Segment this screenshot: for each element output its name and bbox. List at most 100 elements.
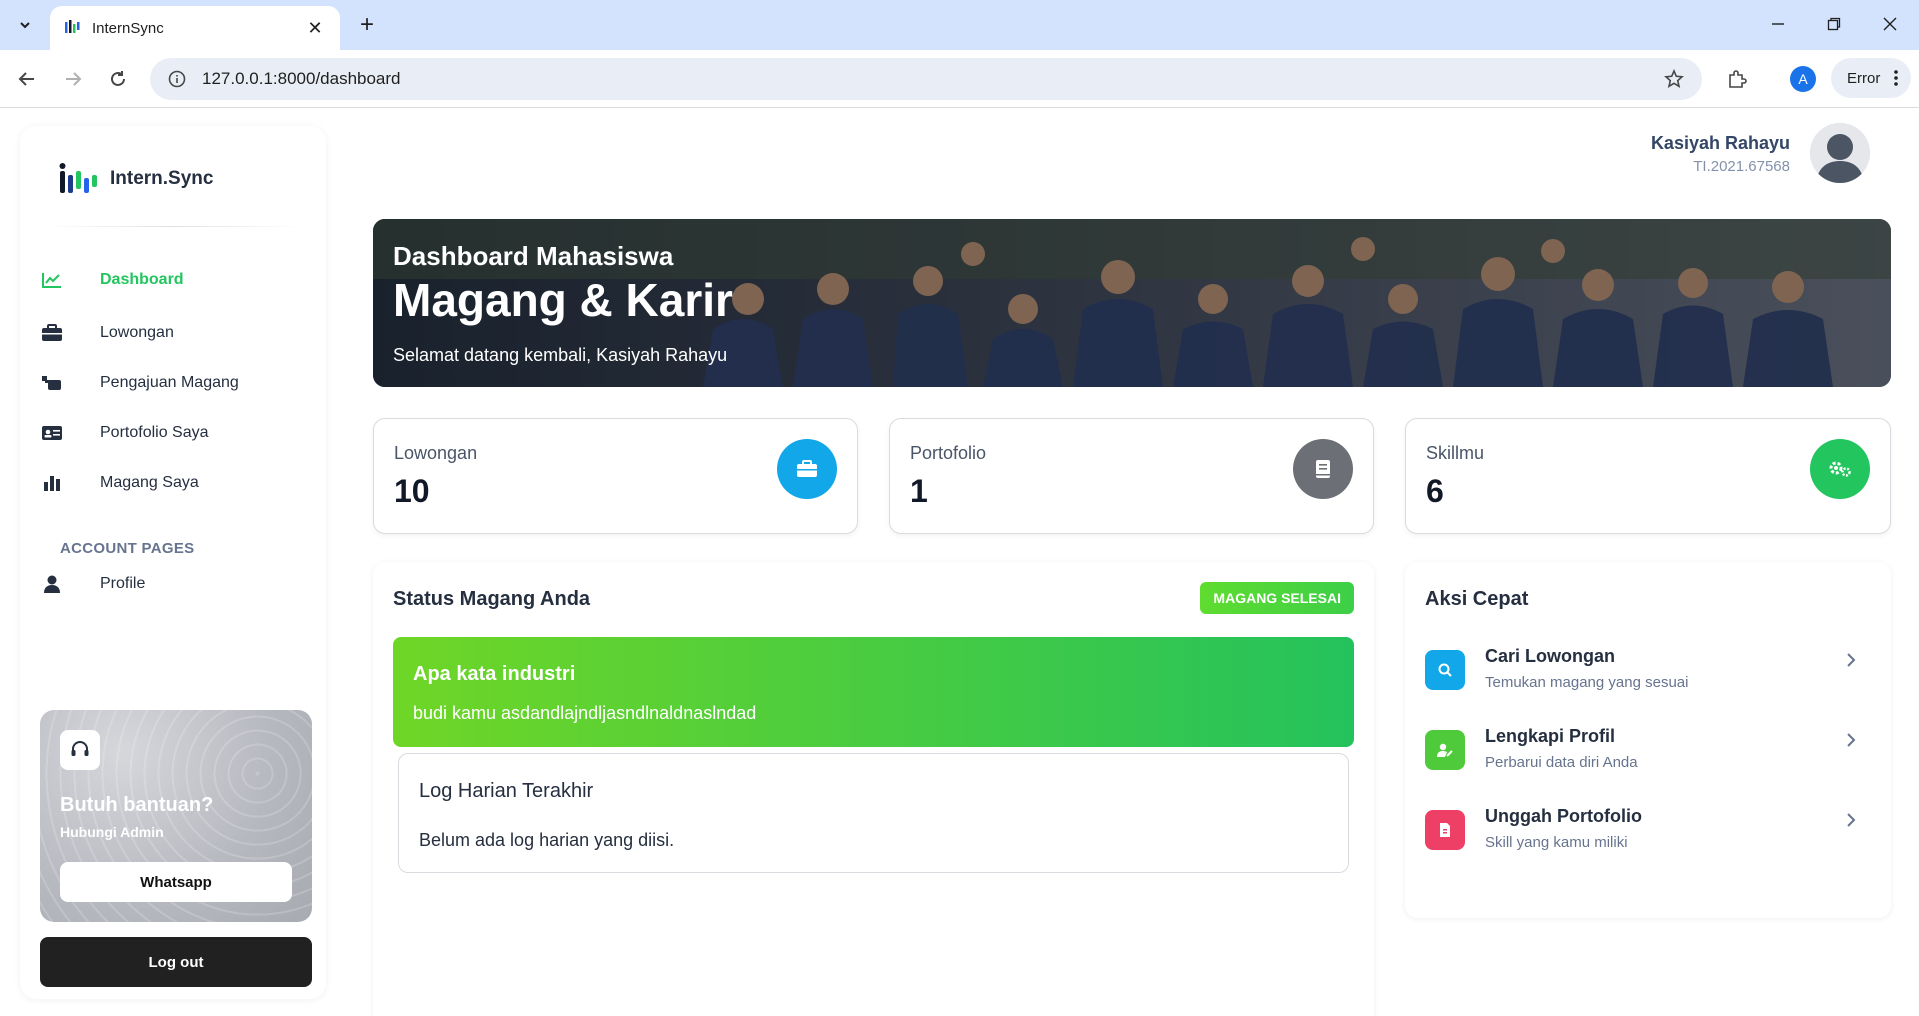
submission-icon <box>40 371 64 395</box>
industry-feedback-box: Apa kata industri budi kamu asdandlajndl… <box>393 637 1354 747</box>
help-card: Butuh bantuan? Hubungi Admin Whatsapp <box>40 710 312 922</box>
close-window-button[interactable] <box>1860 0 1919 48</box>
hero-banner: Dashboard Mahasiswa Magang & Karir Selam… <box>373 219 1891 387</box>
quick-action-subtitle: Temukan magang yang sesuai <box>1485 674 1689 691</box>
section-title-account: ACCOUNT PAGES <box>60 540 195 557</box>
quick-action-unggah-portofolio[interactable]: Unggah Portofolio Skill yang kamu miliki <box>1425 802 1871 862</box>
whatsapp-button[interactable]: Whatsapp <box>60 862 292 902</box>
close-icon <box>1883 17 1897 31</box>
error-menu-button[interactable]: Error <box>1831 58 1911 98</box>
stat-card-portofolio[interactable]: Portofolio 1 <box>889 418 1374 534</box>
star-icon[interactable] <box>1664 69 1684 89</box>
chevron-right-icon <box>1841 810 1861 830</box>
avatar[interactable] <box>1810 123 1870 183</box>
extensions-button[interactable] <box>1722 64 1752 94</box>
chart-line-icon <box>40 268 64 292</box>
quick-action-subtitle: Perbarui data diri Anda <box>1485 754 1638 771</box>
status-magang-card: Status Magang Anda MAGANG SELESAI Apa ka… <box>373 562 1374 1016</box>
daily-log-box: Log Harian Terakhir Belum ada log harian… <box>398 753 1349 873</box>
tab-close-icon[interactable]: ✕ <box>304 18 326 39</box>
sidebar-item-portofolio-saya[interactable]: Portofolio Saya <box>40 413 310 453</box>
page: Intern.Sync Dashboard Lowongan Pengajuan… <box>0 109 1919 1016</box>
browser-toolbar: 127.0.0.1:8000/dashboard <box>0 50 1919 108</box>
briefcase-icon <box>777 439 837 499</box>
sidebar-item-profile[interactable]: Profile <box>40 564 310 604</box>
sidebar-item-magang-saya[interactable]: Magang Saya <box>40 463 310 503</box>
book-icon <box>1293 439 1353 499</box>
quick-action-lengkapi-profil[interactable]: Lengkapi Profil Perbarui data diri Anda <box>1425 722 1871 782</box>
briefcase-icon <box>40 321 64 345</box>
status-badge: MAGANG SELESAI <box>1200 582 1354 614</box>
tab-title: InternSync <box>92 19 164 37</box>
profile-avatar-button[interactable]: A <box>1790 66 1816 92</box>
id-card-icon <box>40 421 64 445</box>
more-vert-icon <box>1894 70 1899 86</box>
user-id: TI.2021.67568 <box>1693 158 1790 175</box>
gears-icon <box>1810 439 1870 499</box>
error-label: Error <box>1847 69 1881 87</box>
sidebar-item-dashboard[interactable]: Dashboard <box>40 260 310 300</box>
sidebar-item-label: Magang Saya <box>100 474 199 491</box>
brand-logo[interactable]: Intern.Sync <box>58 162 213 196</box>
bar-chart-icon <box>40 471 64 495</box>
help-title: Butuh bantuan? <box>60 794 214 816</box>
url-text: 127.0.0.1:8000/dashboard <box>202 69 401 88</box>
stat-value: 6 <box>1426 473 1444 509</box>
puzzle-icon <box>1729 70 1747 88</box>
user-name: Kasiyah Rahayu <box>1650 133 1790 153</box>
sidebar-item-pengajuan-magang[interactable]: Pengajuan Magang <box>40 363 310 403</box>
quick-action-cari-lowongan[interactable]: Cari Lowongan Temukan magang yang sesuai <box>1425 642 1871 702</box>
forward-button[interactable] <box>58 64 88 94</box>
minimize-icon <box>1772 23 1784 25</box>
back-button[interactable] <box>12 64 42 94</box>
reload-button[interactable] <box>103 64 133 94</box>
user-icon <box>40 572 64 596</box>
sidebar-item-label: Pengajuan Magang <box>100 374 239 391</box>
user-edit-icon <box>1425 730 1465 770</box>
restore-button[interactable] <box>1804 0 1864 48</box>
hero-overline: Dashboard Mahasiswa <box>393 241 674 271</box>
stat-label: Portofolio <box>910 443 987 463</box>
status-title: Status Magang Anda <box>393 588 591 610</box>
quick-action-title: Lengkapi Profil <box>1485 726 1616 746</box>
browser-tabstrip: InternSync ✕ + <box>0 0 1919 50</box>
industry-title: Apa kata industri <box>413 663 576 685</box>
divider <box>44 226 302 227</box>
log-empty-text: Belum ada log harian yang diisi. <box>419 830 675 850</box>
help-subtitle: Hubungi Admin <box>60 824 164 840</box>
hero-welcome: Selamat datang kembali, Kasiyah Rahayu <box>393 345 728 365</box>
sidebar-item-label: Lowongan <box>100 324 174 341</box>
favicon-icon <box>64 18 82 39</box>
stat-value: 10 <box>394 473 430 509</box>
stat-card-skillmu[interactable]: Skillmu 6 <box>1405 418 1891 534</box>
address-bar[interactable]: 127.0.0.1:8000/dashboard <box>150 58 1702 100</box>
quick-action-subtitle: Skill yang kamu miliki <box>1485 834 1628 851</box>
quick-actions-title: Aksi Cepat <box>1425 588 1529 610</box>
file-icon <box>1425 810 1465 850</box>
brand-name: Intern.Sync <box>110 168 214 189</box>
arrow-left-icon <box>18 72 34 86</box>
tab-search-button[interactable] <box>10 11 40 39</box>
minimize-button[interactable] <box>1748 0 1808 48</box>
chevron-right-icon <box>1841 650 1861 670</box>
stat-card-lowongan[interactable]: Lowongan 10 <box>373 418 858 534</box>
stat-label: Lowongan <box>394 443 478 463</box>
headset-icon <box>60 730 100 770</box>
logout-button[interactable]: Log out <box>40 937 312 987</box>
reload-icon <box>111 71 125 86</box>
brand-mark-icon <box>59 163 97 193</box>
hero-title: Magang & Karir <box>393 274 733 326</box>
sidebar-item-lowongan[interactable]: Lowongan <box>40 313 310 353</box>
arrow-right-icon <box>66 72 82 86</box>
site-info-icon <box>168 70 186 88</box>
quick-actions-card: Aksi Cepat Cari Lowongan Temukan magang … <box>1405 562 1891 918</box>
restore-icon <box>1827 17 1841 31</box>
sidebar-item-label: Portofolio Saya <box>100 424 209 441</box>
chevron-down-icon <box>20 22 30 29</box>
sidebar-item-label: Profile <box>100 575 146 592</box>
browser-tab[interactable]: InternSync ✕ <box>50 6 340 50</box>
new-tab-button[interactable]: + <box>352 10 382 40</box>
sidebar-item-label: Dashboard <box>100 271 184 288</box>
quick-action-title: Unggah Portofolio <box>1485 806 1642 826</box>
search-icon <box>1425 650 1465 690</box>
